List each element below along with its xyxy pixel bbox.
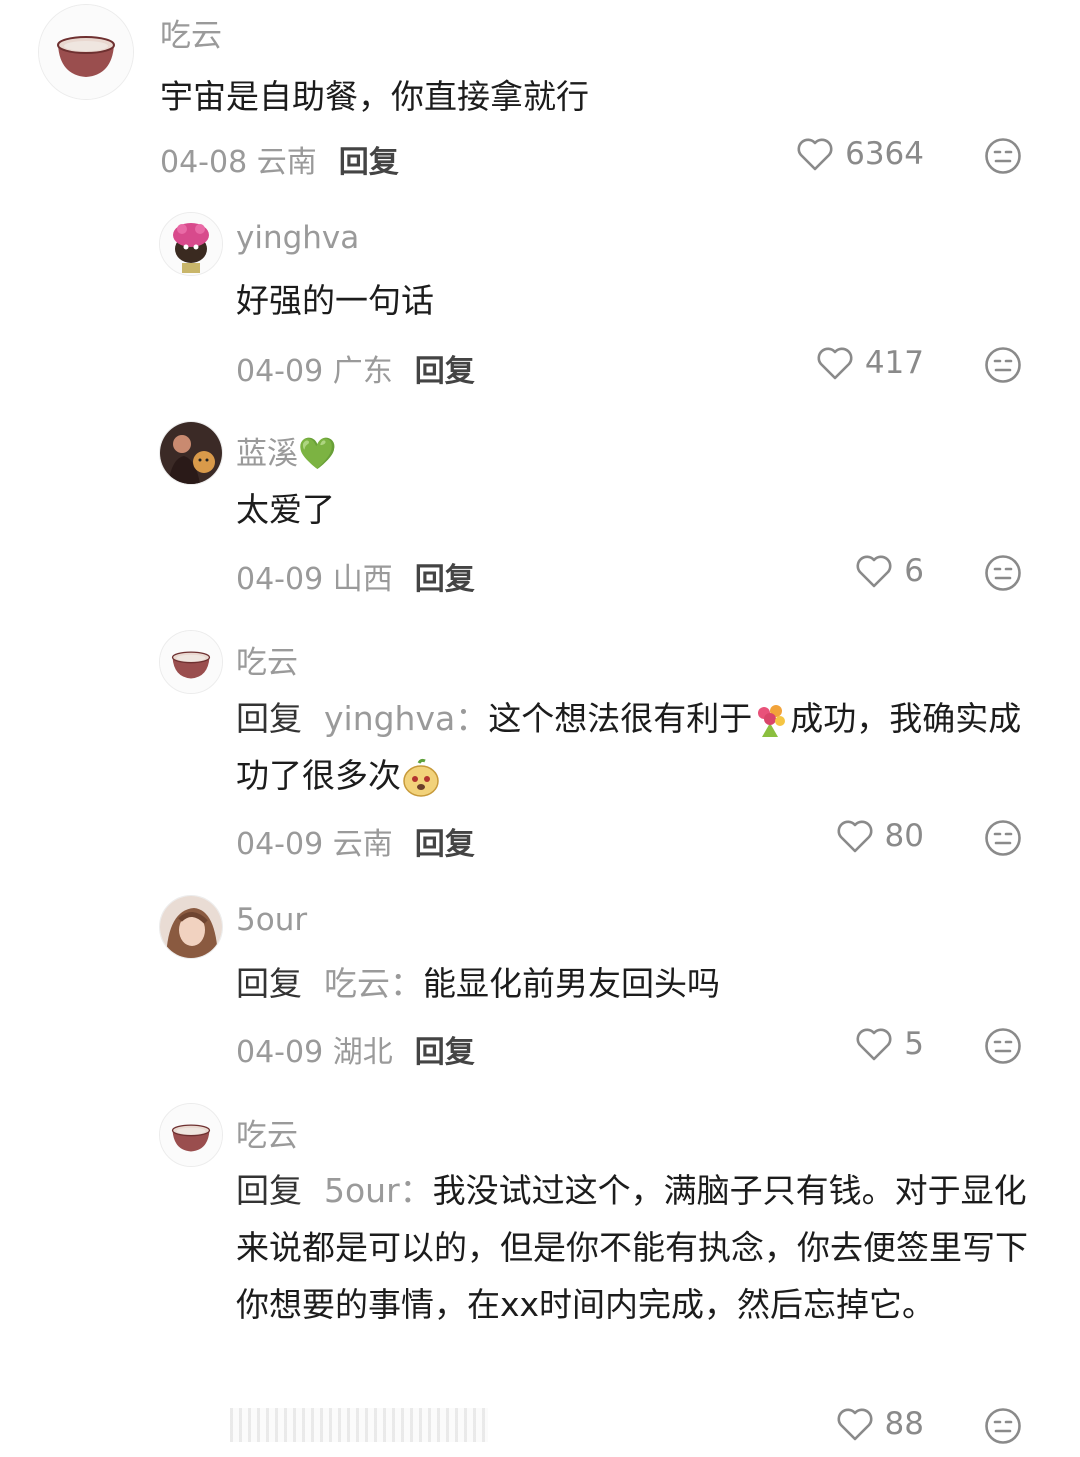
reply-prefix: 回复 <box>236 964 302 1003</box>
comment-text: 回复 yinghva：这个想法很有利于 成功，我确实成功了很多次 <box>236 690 1036 804</box>
heart-icon <box>797 138 833 171</box>
dislike-icon[interactable] <box>984 137 1022 175</box>
reply-prefix: 回复 <box>236 1171 302 1210</box>
dislike-icon[interactable] <box>984 554 1022 592</box>
username[interactable]: 蓝溪💚 <box>236 428 337 473</box>
comment-text-part: 能显化前男友回头吗 <box>423 964 720 1003</box>
heart-icon <box>837 820 873 853</box>
like-button[interactable]: 6 <box>854 551 924 591</box>
dog-emoji-icon <box>403 758 439 797</box>
comment-date: 04-09 湖北 <box>236 1035 393 1070</box>
dislike-icon[interactable] <box>984 1407 1022 1445</box>
dislike-icon[interactable] <box>984 346 1022 384</box>
reply-button[interactable]: 回复 <box>415 827 475 862</box>
comment-text: 宇宙是自助餐，你直接拿就行 <box>160 77 589 116</box>
heart-icon <box>817 347 853 380</box>
comment-date: 04-09 广东 <box>236 354 393 389</box>
comment-text: 好强的一句话 <box>236 281 434 320</box>
avatar[interactable] <box>38 4 134 100</box>
like-button[interactable]: 5 <box>854 1024 924 1064</box>
bowl-avatar-icon <box>160 1104 222 1166</box>
comment-date: 04-08 云南 <box>160 145 317 180</box>
like-count: 80 <box>884 818 924 854</box>
comment-date: 04-09 山西 <box>236 562 393 597</box>
like-button[interactable]: 88 <box>835 1404 924 1444</box>
comment-text: 太爱了 <box>236 490 335 529</box>
heart-icon <box>856 1028 892 1061</box>
reply-button[interactable]: 回复 <box>415 562 475 597</box>
comment-text-part: 这个想法很有利于 <box>488 699 753 738</box>
like-button[interactable]: 6364 <box>795 134 924 174</box>
comment-meta: 04-09 云南 回复 <box>236 819 475 863</box>
reply-prefix: 回复 <box>236 699 302 738</box>
like-button[interactable]: 417 <box>815 343 924 383</box>
comment-text: 回复 吃云：能显化前男友回头吗 <box>236 955 1036 1012</box>
username[interactable]: yinghva <box>236 220 359 256</box>
comment-meta: 04-09 山西 回复 <box>236 554 475 598</box>
reply-button[interactable]: 回复 <box>339 145 399 180</box>
comment-meta: 04-08 云南 回复 <box>160 137 399 181</box>
avatar[interactable] <box>159 630 223 694</box>
like-button[interactable]: 80 <box>835 816 924 856</box>
username[interactable]: 吃云 <box>160 10 222 55</box>
reply-to-user[interactable]: 5our： <box>324 1171 433 1210</box>
photo-avatar-icon <box>160 896 222 958</box>
cartoon-avatar-icon <box>160 213 222 275</box>
blurred-meta <box>230 1408 488 1442</box>
username[interactable]: 吃云 <box>236 637 298 682</box>
photo-avatar-icon <box>160 422 222 484</box>
heart-icon <box>856 555 892 588</box>
heart-icon <box>837 1408 873 1441</box>
flowers-emoji-icon <box>758 704 786 737</box>
comment-meta: 04-09 湖北 回复 <box>236 1027 475 1071</box>
reply-to-user[interactable]: yinghva： <box>324 699 488 738</box>
avatar[interactable] <box>159 1103 223 1167</box>
reply-button[interactable]: 回复 <box>415 354 475 389</box>
comment-text: 回复 5our：我没试过这个，满脑子只有钱。对于显化来说都是可以的，但是你不能有执… <box>236 1162 1036 1333</box>
like-count: 88 <box>884 1406 924 1442</box>
comment-meta: 04-09 广东 回复 <box>236 346 475 390</box>
reply-to-user[interactable]: 吃云： <box>324 964 423 1003</box>
like-count: 6 <box>904 553 924 589</box>
bowl-avatar-icon <box>39 5 133 99</box>
avatar[interactable] <box>159 421 223 485</box>
username[interactable]: 吃云 <box>236 1110 298 1155</box>
dislike-icon[interactable] <box>984 1027 1022 1065</box>
like-count: 5 <box>904 1026 924 1062</box>
dislike-icon[interactable] <box>984 819 1022 857</box>
bowl-avatar-icon <box>160 631 222 693</box>
reply-button[interactable]: 回复 <box>415 1035 475 1070</box>
avatar[interactable] <box>159 895 223 959</box>
avatar[interactable] <box>159 212 223 276</box>
username[interactable]: 5our <box>236 902 307 938</box>
like-count: 417 <box>864 345 924 381</box>
comment-date: 04-09 云南 <box>236 827 393 862</box>
like-count: 6364 <box>845 136 924 172</box>
